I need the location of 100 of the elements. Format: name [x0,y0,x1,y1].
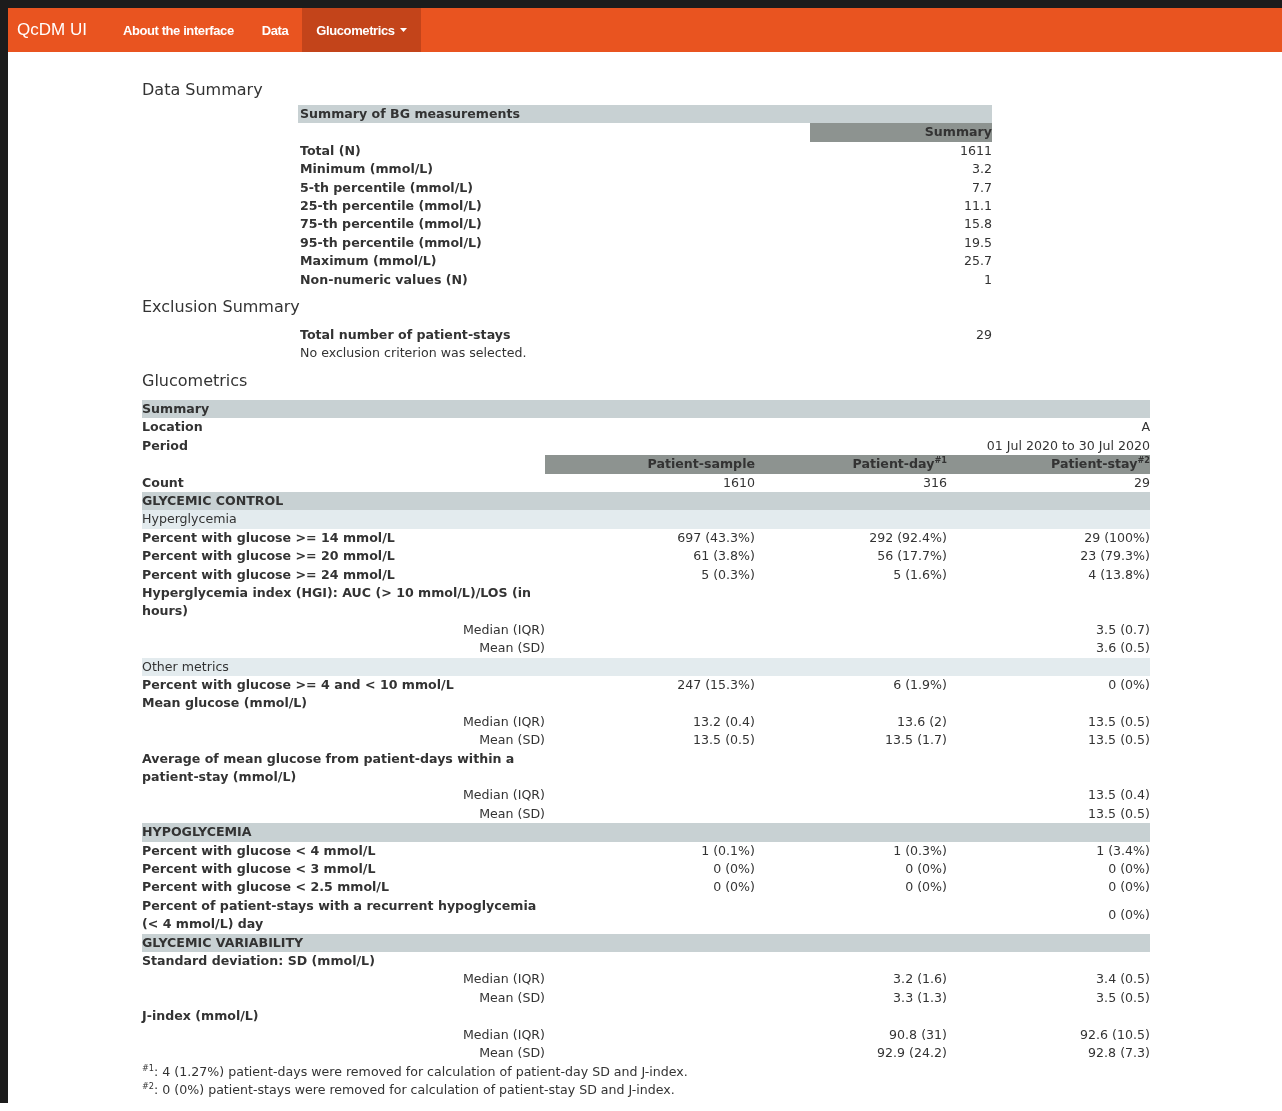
stat-label: Mean (SD) [478,639,545,658]
nav-tab[interactable]: Glucometrics [302,8,421,52]
table-cell-text: 0 (0%) [712,878,755,897]
table-cell-text: 23 (79.3%) [1079,547,1150,566]
stat-label: Median (IQR) [462,970,545,989]
nav-tab[interactable]: Data [247,8,303,52]
row-label: Percent with glucose < 2.5 mmol/L [142,878,390,897]
stat-label: Median (IQR) [462,620,545,639]
table-cell-text: 6 (1.9%) [892,675,947,694]
table-cell-text: 56 (17.7%) [876,547,947,566]
table-cell-text: A [1140,418,1150,437]
row-label: Non-numeric values (N) [299,270,469,289]
row-label: Standard deviation: SD (mmol/L) [142,952,376,971]
row-label: 25-th percentile (mmol/L) [299,197,483,216]
row-label: Maximum (mmol/L) [299,252,438,271]
table-cell-text: 3.3 (1.3) [892,988,947,1007]
table-cell-text: 3.4 (0.5) [1095,970,1150,989]
row-label: Percent with glucose < 4 mmol/L [142,841,377,860]
table-cell-text: 11.1 [962,197,992,216]
column-header: Patient-stay$^{#2}$ [947,455,1150,474]
table-cell-text: 13.5 (0.5) [1087,712,1150,731]
table-cell-text: 25.7 [962,252,992,271]
table-cell-text: 1 [983,270,992,289]
table-cell-text: 3.2 [970,160,992,179]
table-cell-text: 90.8 (31) [888,1025,947,1044]
subsection-header: Other metrics [142,657,1150,676]
footnote: $^{#1}$: 4 (1.27%) patient-days were removed for calculation of patient-day SD and J-index. [142,1062,689,1081]
stat-label: Mean (SD) [478,804,545,823]
section-heading: Data Summary [142,80,264,99]
table-cell-text: 29 [974,326,992,345]
table-cell-text: 92.8 (7.3) [1087,1044,1150,1063]
table-cell-text: 3.6 (0.5) [1095,639,1150,658]
table-cell-text: 292 (92.4%) [868,528,947,547]
table-cell-text: 29 [1132,473,1150,492]
table-cell-text: 92.9 (24.2) [876,1044,947,1063]
table-cell-text: 13.2 (0.4) [692,712,755,731]
row-label: Percent with glucose < 3 mmol/L [142,860,377,879]
table-cell-text: 316 [921,473,947,492]
note-text: No exclusion criterion was selected. [299,344,528,363]
table-title: Summary of BG measurements [298,105,992,124]
table-cell-text: 0 (0%) [1107,860,1150,879]
table-cell-text: 247 (15.3%) [676,675,755,694]
stat-label: Median (IQR) [462,712,545,731]
table-cell-text: 61 (3.8%) [692,547,755,566]
table-cell-text: 1 (3.4%) [1095,841,1150,860]
row-label: Percent of patient-stays with a recurrent hypoglycemia (< 4 mmol/L) day [142,896,538,934]
stat-label: Mean (SD) [478,731,545,750]
row-label: J-index (mmol/L) [142,1007,260,1026]
column-header: Patient-sample [545,455,755,474]
table-cell-text: 0 (0%) [1107,878,1150,897]
table-cell-text: 92.6 (10.5) [1079,1025,1150,1044]
table-cell-text: 5 (1.6%) [892,565,947,584]
row-label: Mean glucose (mmol/L) [142,694,309,713]
section-heading: Glucometrics [142,370,249,390]
table-cell-text: 13.5 (0.4) [1087,786,1150,805]
table-cell-text: 13.5 (0.5) [1087,804,1150,823]
table-cell-text: 15.8 [962,215,992,234]
row-label: Minimum (mmol/L) [299,160,435,179]
row-label: Average of mean glucose from patient-days within a patient-stay (mmol/L) [142,749,516,786]
stat-label: Median (IQR) [462,786,545,805]
stat-label: Median (IQR) [462,1025,545,1044]
row-label: Count [142,473,185,492]
table-cell-text: 13.5 (0.5) [692,731,755,750]
table-cell-text: 1 (0.1%) [700,841,755,860]
subsection-header: Hyperglycemia [142,510,1150,529]
row-label: 5-th percentile (mmol/L) [299,178,475,197]
table-cell-text: 3.5 (0.7) [1095,620,1150,639]
table-cell-text: 13.5 (0.5) [1087,731,1150,750]
row-label: Percent with glucose >= 4 and < 10 mmol/L [142,675,455,694]
table-cell-text: 3.5 (0.5) [1095,988,1150,1007]
row-label: Period [142,436,189,455]
row-label: Percent with glucose >= 24 mmol/L [142,565,396,584]
row-label: 75-th percentile (mmol/L) [299,215,483,234]
table-cell-text: 19.5 [962,233,992,252]
table-cell-text: 4 (13.8%) [1087,565,1150,584]
stat-label: Mean (SD) [478,1044,545,1063]
section-header: HYPOGLYCEMIA [142,823,1150,842]
table-cell-text: 0 (0%) [904,878,947,897]
section-header: Summary [142,399,1150,419]
footnote: $^{#2}$: 0 (0%) patient-stays were removed for calculation of patient-stay SD and J-index. [142,1080,676,1099]
table-cell-text: 1611 [958,141,992,160]
row-label: Hyperglycemia index (HGI): AUC (> 10 mmol/L)/LOS (in hours) [142,583,532,621]
column-header: Patient-day$^{#1}$ [755,455,947,474]
table-cell-text: 01 Jul 2020 to 30 Jul 2020 [985,436,1150,455]
caret-icon [399,28,407,32]
row-label: Percent with glucose >= 20 mmol/L [142,547,396,566]
row-label: Percent with glucose >= 14 mmol/L [142,528,396,547]
table-cell-text: 29 (100%) [1083,528,1150,547]
row-label: Total number of patient-stays [299,326,512,345]
table-cell-text: 0 (0%) [904,860,947,879]
brand-title[interactable]: QcDM UI [8,8,109,52]
table-cell-text: 13.6 (2) [896,712,947,731]
nav-tab[interactable]: About the interface [108,8,248,52]
table-cell-text: 5 (0.3%) [700,565,755,584]
stat-label: Mean (SD) [478,988,545,1007]
table-cell-text: 0 (0%) [1107,906,1150,925]
table-cell-text: 0 (0%) [712,860,755,879]
column-header: Summary [810,123,992,142]
table-cell-text: 1610 [721,473,755,492]
section-heading: Exclusion Summary [142,297,301,317]
